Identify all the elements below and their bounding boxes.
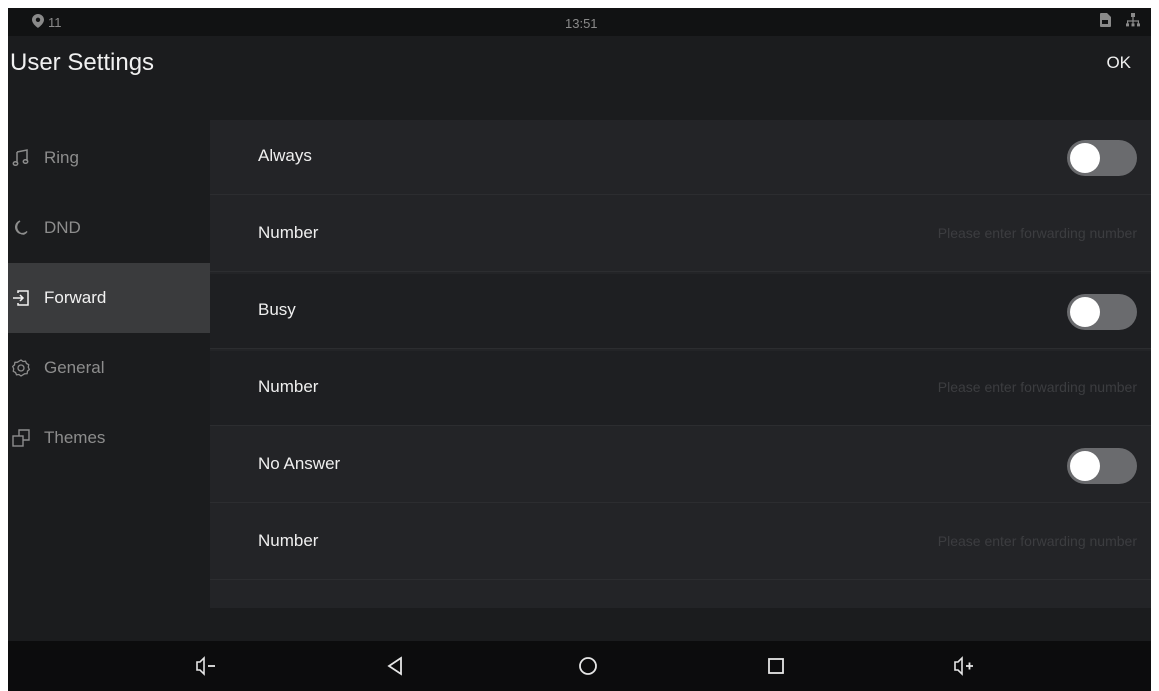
sidebar-item-ring[interactable]: Ring [8,123,210,193]
forward-busy-row: Busy [210,274,1151,349]
music-note-icon [10,147,32,169]
status-right [1099,12,1141,31]
forward-no-answer-number-row[interactable]: Number Please enter forwarding number [210,505,1151,580]
sidebar-item-dnd[interactable]: DND [8,193,210,263]
forward-busy-label: Busy [258,300,296,319]
ok-button[interactable]: OK [1106,53,1131,73]
home-icon[interactable] [575,653,601,679]
notification-count: 11 [48,15,62,30]
sidebar-item-label: Forward [44,288,107,307]
forward-no-answer-toggle[interactable] [1067,448,1137,484]
toggle-knob [1070,451,1100,481]
number-label: Number [258,377,319,396]
sim-card-icon [1099,13,1111,30]
sidebar-item-forward[interactable]: Forward [8,263,210,333]
forward-icon [10,287,32,309]
sidebar-item-general[interactable]: General [8,333,210,403]
volume-up-icon[interactable] [951,653,977,679]
settings-sidebar: Ring DND Forward General Themes [8,123,210,473]
sidebar-item-label: Themes [44,428,106,447]
toggle-knob [1070,297,1100,327]
moon-icon [10,217,32,239]
status-clock: 13:51 [565,16,598,31]
sidebar-item-label: Ring [44,148,79,167]
location-pin-icon [32,14,44,31]
toggle-knob [1070,143,1100,173]
recents-icon[interactable] [763,653,789,679]
busy-number-input[interactable]: Please enter forwarding number [938,379,1137,395]
forward-settings-panel: Always Number Please enter forwarding nu… [210,120,1151,608]
sidebar-item-label: DND [44,218,81,237]
number-label: Number [258,223,319,242]
network-icon [1125,12,1141,31]
page-title: User Settings [10,49,155,76]
forward-no-answer-row: No Answer [210,428,1151,503]
always-number-input[interactable]: Please enter forwarding number [938,225,1137,241]
gear-icon [10,357,32,379]
number-label: Number [258,531,319,550]
forward-busy-number-row[interactable]: Number Please enter forwarding number [210,351,1151,426]
forward-always-label: Always [258,146,312,165]
forward-busy-toggle[interactable] [1067,294,1137,330]
sidebar-item-label: General [44,358,105,377]
status-left: 11 [32,14,62,31]
forward-always-toggle[interactable] [1067,140,1137,176]
volume-down-icon[interactable] [193,653,219,679]
back-icon[interactable] [382,653,408,679]
status-bar: 11 13:51 [8,8,1151,36]
themes-icon [10,427,32,449]
title-bar: User Settings OK [8,36,1151,94]
forward-always-number-row[interactable]: Number Please enter forwarding number [210,197,1151,272]
device-screen: 11 13:51 User Settings OK Ring DND Forwa… [8,8,1151,691]
no-answer-number-input[interactable]: Please enter forwarding number [938,533,1137,549]
sidebar-item-themes[interactable]: Themes [8,403,210,473]
forward-always-row: Always [210,120,1151,195]
forward-no-answer-label: No Answer [258,454,341,473]
navigation-bar [8,641,1151,691]
